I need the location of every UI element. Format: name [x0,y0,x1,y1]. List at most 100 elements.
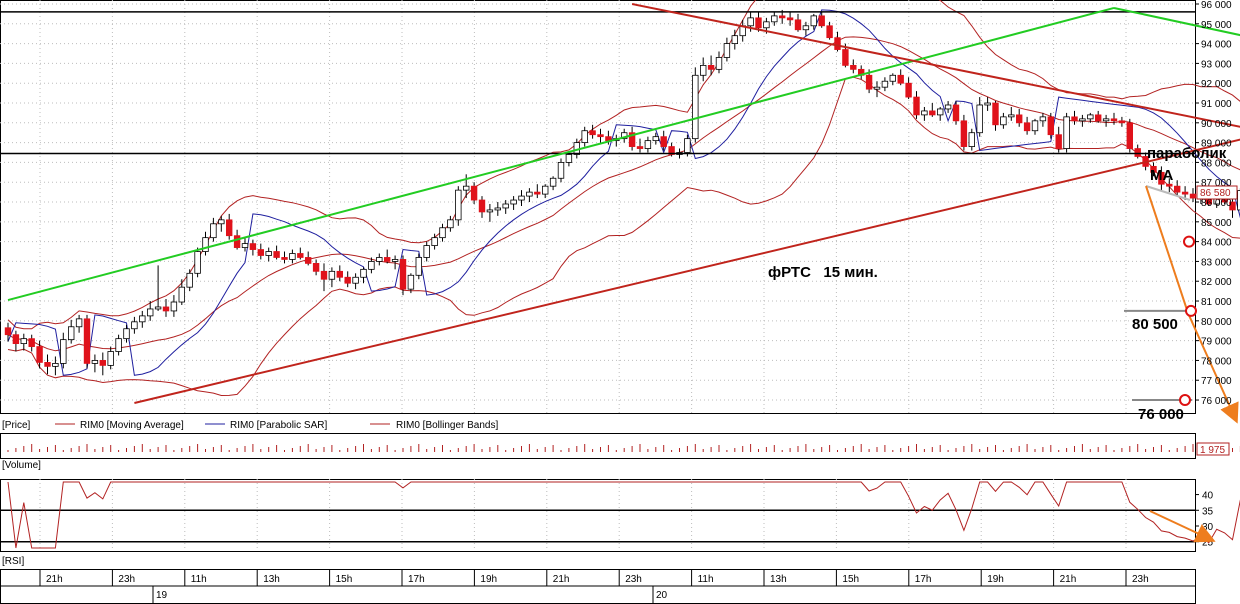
time-tick-label: 11h [698,574,714,585]
candle-body [91,360,99,364]
ma-legend-label: RIM0 [Moving Average] [80,420,184,431]
candle-body [510,199,517,205]
ma-annotation: MA [1150,167,1173,184]
candle-body [684,138,691,153]
candle-body [502,203,509,209]
time-tick-label: 23h [625,574,642,585]
candle-body [652,136,659,142]
candle-body [518,195,525,201]
candle-body [700,64,707,76]
candle-body [921,110,928,116]
candle-body [526,191,533,197]
price-tick-label: 94 000 [1201,40,1232,51]
candle-body [842,49,849,66]
candle-body [320,270,328,280]
candle-body [257,249,264,256]
candle-body [265,251,272,256]
candle-body [44,362,51,367]
candle-body [960,120,968,147]
candle-body [1071,116,1078,122]
candle-body [881,80,889,88]
candle-body [542,185,549,195]
candle-body [707,64,715,70]
rsi-tick-label: 30 [1202,522,1214,533]
candle-body [218,219,225,225]
candle-body [779,15,786,19]
candle-body [99,360,106,366]
candle-body [123,328,130,340]
candle-body [186,272,193,288]
time-tick-label: 21h [553,574,570,585]
candle-body [462,185,470,191]
candle-body [68,326,75,341]
candle-body [557,162,565,179]
time-tick-label: 19h [987,574,1004,585]
candle-body [423,245,430,258]
time-tick-label: 15h [842,574,859,585]
candle-body [478,199,486,213]
candle-body [12,334,20,345]
price-tick-label: 85 000 [1201,218,1232,229]
candle-body [873,86,881,90]
sar-legend-label: RIM0 [Parabolic SAR] [230,420,327,431]
candle-body [233,235,241,248]
candle-body [992,102,999,126]
last-price-label: 86 580 [1200,188,1231,199]
candle-body [368,261,375,270]
candle-body [107,351,114,366]
candle-body [225,219,233,237]
candle-body [399,259,407,290]
time-tick-label: 11h [191,574,207,585]
candle-body [905,82,912,98]
candle-body [1174,185,1181,193]
date-tick-label: 19 [156,590,168,601]
candle-body [131,321,138,330]
candle-body [352,276,359,284]
candle-body [60,339,67,364]
candle-body [968,132,975,147]
candle-body [194,251,201,274]
candle-body [328,270,336,280]
candle-body [202,237,209,252]
volume-panel [0,433,1196,459]
candle-body [771,15,778,23]
candle-body [984,102,991,106]
candle-body [36,346,43,363]
candle-body [534,191,541,195]
candle-body [304,257,312,264]
candle-body [344,276,351,284]
candle-body [944,104,952,110]
price-tick-label: 81 000 [1201,297,1232,308]
candle-body [289,253,296,260]
candle-body [1087,114,1094,120]
chart-canvas: 96 000 95 000 94 000 93 000 92 000 91 000 90 0… [0,0,1240,604]
candle-body [952,104,960,122]
price-tick-label: 95 000 [1201,20,1232,31]
candle-body [1031,120,1039,132]
candle-body [597,134,604,138]
candle-body [1039,116,1047,122]
candle-body [636,146,644,149]
candle-body [889,74,896,82]
candle-body [589,130,596,136]
rsi-tick-label: 35 [1202,506,1214,517]
price-tick-label: 79 000 [1201,337,1232,348]
date-tick-label: 20 [656,590,668,601]
candle-body [431,237,438,246]
candle-body [447,219,454,229]
candle-body [249,243,257,250]
chart-title: фРТС 15 мин. [768,264,878,281]
candle-body [1181,191,1189,195]
candle-body [644,140,652,149]
target-76000-annotation: 76 000 [1138,406,1184,423]
candle-body [297,253,304,258]
candle-body [763,21,770,29]
price-tick-label: 93 000 [1201,59,1232,70]
price-axis: 96 000 95 000 94 000 93 000 92 000 91 000 90 0… [1195,0,1232,407]
candle-body [1063,116,1070,149]
candle-body [470,185,478,201]
time-tick-label: 19h [480,574,497,585]
candle-body [1023,122,1031,132]
candle-body [494,207,501,211]
time-tick-label: 17h [915,574,932,585]
